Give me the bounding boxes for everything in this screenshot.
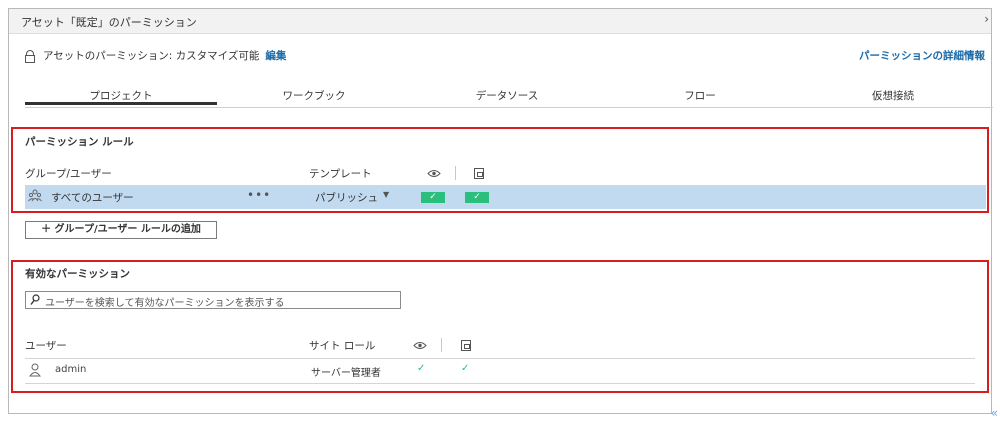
tab-workbook[interactable]: ワークブック <box>218 88 410 103</box>
chevron-right-icon[interactable]: › <box>984 12 989 26</box>
permission-rules-title: パーミッション ルール <box>25 136 134 148</box>
group-user-column-header: グループ/ユーザー <box>25 168 112 180</box>
tab-project-label: プロジェクト <box>89 90 153 102</box>
effective-permissions-section: 有効なパーミッション ユーザーを検索して有効なパーミッションを表示する ユーザー… <box>11 260 989 393</box>
site-role-column-header: サイト ロール <box>309 340 376 352</box>
tab-datasource[interactable]: データソース <box>411 88 603 103</box>
user-column-header: ユーザー <box>25 340 67 352</box>
rule-row[interactable]: すべてのユーザー ••• パブリッシュ ▼ ✓ ✓ <box>25 185 986 209</box>
rule-name: すべてのユーザー <box>51 192 134 204</box>
user-site-role: サーバー管理者 <box>311 368 381 379</box>
search-icon <box>30 294 40 305</box>
save-icon <box>461 340 471 351</box>
save-capability-allowed[interactable]: ✓ <box>465 192 489 203</box>
panel-title: アセット「既定」のパーミッション <box>21 16 197 29</box>
tab-project[interactable]: プロジェクト <box>25 83 217 105</box>
asset-permission-line: アセットのパーミッション: カスタマイズ可能 編集 <box>25 48 286 63</box>
chevron-down-icon[interactable]: ▼ <box>383 190 389 199</box>
eye-icon <box>427 170 441 177</box>
add-group-user-rule-button[interactable]: ＋ グループ/ユーザー ルールの追加 <box>25 221 217 239</box>
template-column-header: テンプレート <box>309 168 372 180</box>
save-capability-check: ✓ <box>461 363 470 374</box>
more-options-icon[interactable]: ••• <box>247 188 271 202</box>
permission-details-link[interactable]: パーミッションの詳細情報 <box>859 48 985 63</box>
view-capability-allowed[interactable]: ✓ <box>421 192 445 203</box>
effective-user-row[interactable]: admin サーバー管理者 ✓ ✓ <box>25 358 975 384</box>
scroll-indicator-icon: « <box>990 406 998 420</box>
user-name: admin <box>55 364 87 375</box>
users-group-icon <box>28 189 42 202</box>
panel-titlebar: アセット「既定」のパーミッション › <box>9 9 991 34</box>
user-search-input[interactable]: ユーザーを検索して有効なパーミッションを表示する <box>25 291 401 309</box>
search-placeholder: ユーザーを検索して有効なパーミッションを表示する <box>45 298 285 309</box>
edit-link[interactable]: 編集 <box>265 48 286 63</box>
tab-virtual-connection[interactable]: 仮想接続 <box>797 88 989 103</box>
effective-permissions-title: 有効なパーミッション <box>25 268 130 280</box>
eye-icon <box>413 342 427 349</box>
column-divider <box>455 166 456 180</box>
asset-type-tabs: プロジェクト ワークブック データソース フロー 仮想接続 <box>25 83 993 108</box>
asset-permission-text: アセットのパーミッション: カスタマイズ可能 <box>43 50 260 62</box>
column-divider <box>441 338 442 352</box>
view-capability-check: ✓ <box>417 363 426 374</box>
template-select-value[interactable]: パブリッシュ <box>315 190 378 205</box>
lock-icon <box>25 49 35 63</box>
permission-rules-section: パーミッション ルール グループ/ユーザー テンプレート すべてのユーザー ••… <box>11 127 989 213</box>
tab-flow[interactable]: フロー <box>604 88 796 103</box>
save-icon <box>474 168 484 179</box>
user-icon <box>29 363 41 377</box>
permissions-panel: アセット「既定」のパーミッション › アセットのパーミッション: カスタマイズ可… <box>8 8 993 414</box>
